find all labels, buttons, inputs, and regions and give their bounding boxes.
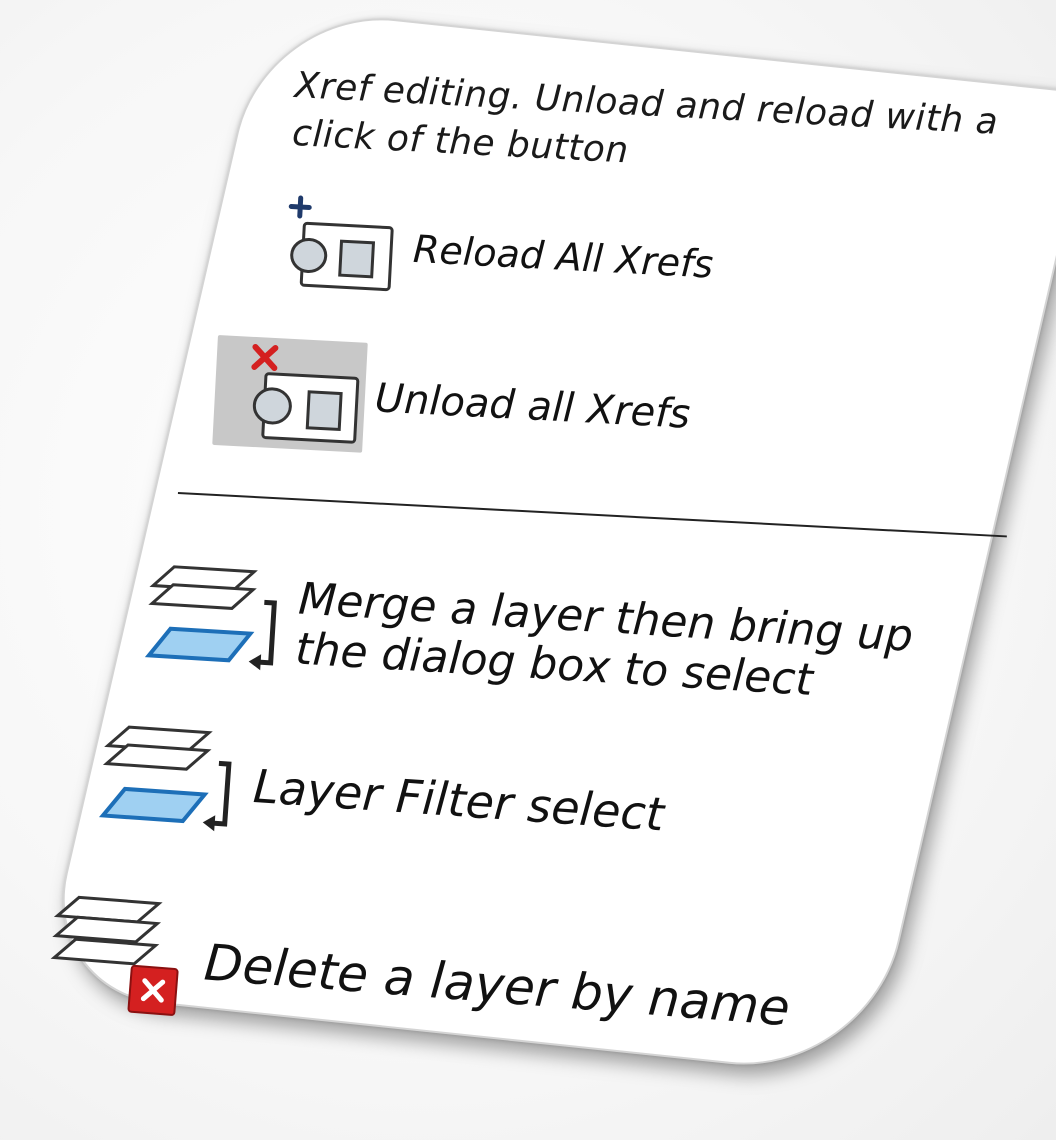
unload-all-xrefs-label: Unload all Xrefs — [373, 375, 692, 438]
unload-xrefs-icon — [212, 335, 368, 453]
tooltip-content: Xref editing. Unload and reload with a c… — [0, 0, 1056, 1140]
reload-xrefs-icon — [277, 192, 402, 298]
layer-merge-button[interactable]: Merge a layer then bring up the dialog b… — [138, 555, 980, 726]
layer-filter-select-label: Layer Filter select — [251, 758, 666, 842]
unload-all-xrefs-button[interactable]: Unload all Xrefs — [212, 335, 693, 470]
layer-merge-label: Merge a layer then bring up the dialog b… — [293, 573, 915, 706]
intro-text: Xref editing. Unload and reload with a c… — [291, 64, 1000, 172]
layer-filter-icon — [92, 715, 250, 845]
screenshot-stage: Xref editing. Unload and reload with a c… — [0, 0, 1056, 1140]
reload-all-xrefs-label: Reload All Xrefs — [412, 226, 715, 287]
delete-layer-by-name-label: Delete a layer by name — [202, 933, 792, 1038]
layer-delete-icon — [40, 885, 200, 1026]
layer-filter-select-button[interactable]: Layer Filter select — [92, 715, 668, 874]
section-divider — [177, 492, 1007, 538]
layer-merge-icon — [138, 555, 295, 684]
reload-all-xrefs-button[interactable]: Reload All Xrefs — [277, 192, 716, 315]
delete-layer-by-name-button[interactable]: Delete a layer by name — [40, 885, 795, 1073]
